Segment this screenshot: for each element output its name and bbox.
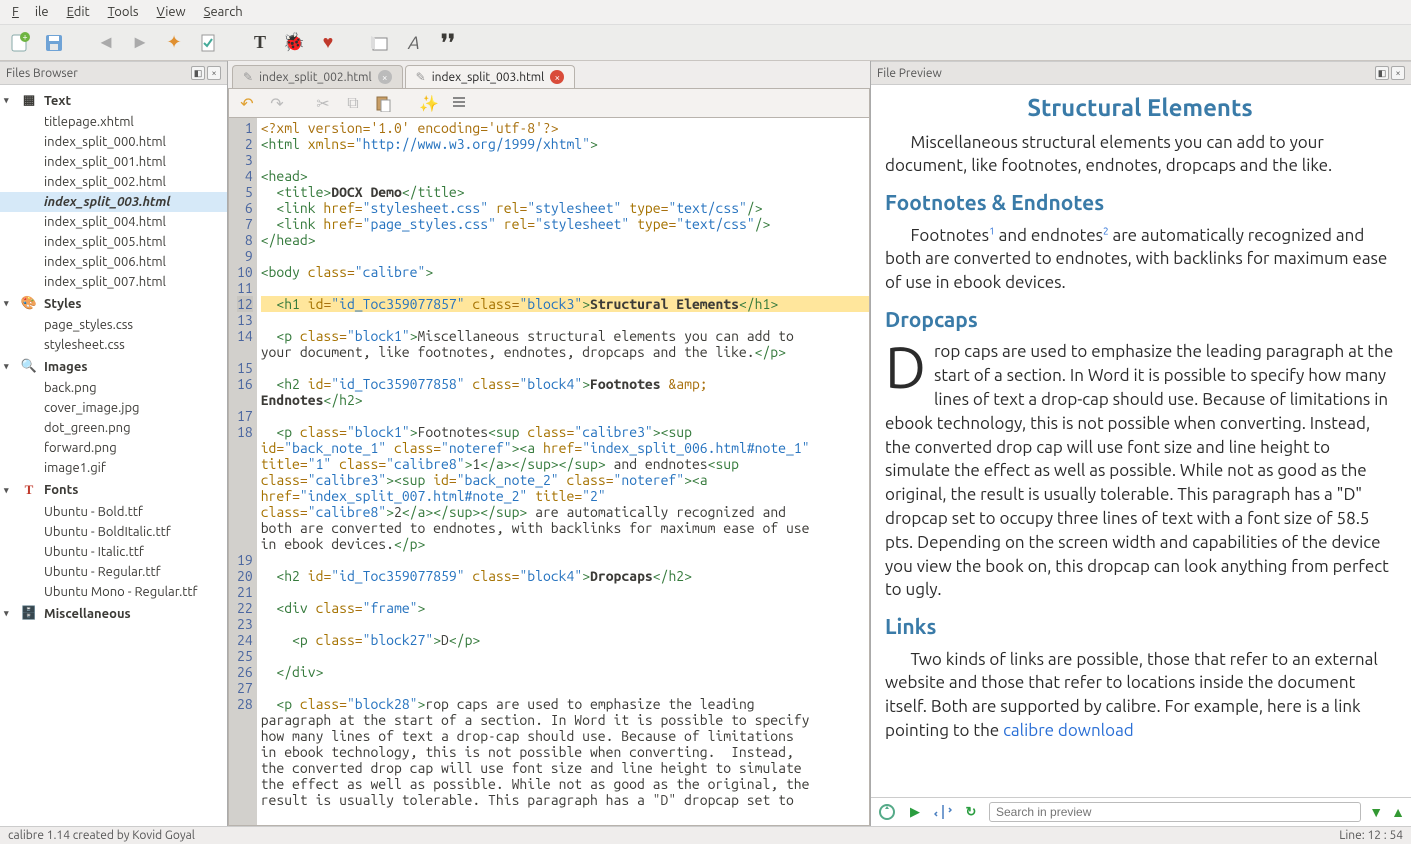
files-browser-title: Files Browser (6, 67, 78, 80)
preview-h2-footnotes: Footnotes & Endnotes (885, 188, 1395, 217)
save-icon[interactable] (42, 31, 66, 55)
menu-search[interactable]: Search (196, 2, 251, 22)
forward-icon[interactable]: ► (128, 31, 152, 55)
quote-icon[interactable]: ❜❜ (436, 31, 460, 55)
editor-tab[interactable]: ✎index_split_002.html× (232, 65, 403, 88)
paste-icon[interactable] (373, 93, 393, 113)
panel-title-preview: File Preview ◧× (871, 61, 1411, 85)
file-item[interactable]: index_split_007.html (0, 272, 227, 292)
editor-panel: ✎index_split_002.html×✎index_split_003.h… (228, 61, 871, 826)
toc-icon[interactable]: ✦ (162, 31, 186, 55)
code-editor[interactable]: 1234567891011121314151617181920212223242… (228, 118, 870, 826)
file-item[interactable]: Ubuntu - BoldItalic.ttf (0, 522, 227, 542)
file-item[interactable]: index_split_004.html (0, 212, 227, 232)
file-preview-title: File Preview (877, 67, 942, 80)
file-item[interactable]: Ubuntu - Bold.ttf (0, 502, 227, 522)
file-item[interactable]: stylesheet.css (0, 335, 227, 355)
file-item[interactable]: index_split_001.html (0, 152, 227, 172)
file-item[interactable]: Ubuntu - Italic.ttf (0, 542, 227, 562)
menu-view[interactable]: View (149, 2, 194, 22)
preview-p3: Drop caps are used to emphasize the lead… (885, 340, 1395, 602)
beautify-icon[interactable]: ✨ (419, 93, 439, 113)
back-icon[interactable]: ◄ (94, 31, 118, 55)
new-file-icon[interactable]: + (8, 31, 32, 55)
redo-icon[interactable]: ↷ (267, 93, 287, 113)
svg-text:+: + (22, 32, 27, 42)
main-toolbar: + ◄ ► ✦ T 🐞 ♥ A ❜❜ (0, 25, 1411, 61)
file-item[interactable]: page_styles.css (0, 315, 227, 335)
category-fonts[interactable]: ▾TFonts (0, 478, 227, 502)
text-icon[interactable]: T (248, 31, 272, 55)
menu-tools[interactable]: Tools (100, 2, 147, 22)
search-prev-icon[interactable]: ▲ (1391, 804, 1405, 820)
status-right: Line: 12 : 54 (1339, 829, 1403, 842)
preview-p4: Two kinds of links are possible, those t… (885, 648, 1395, 743)
file-item[interactable]: dot_green.png (0, 418, 227, 438)
bug-icon[interactable]: 🐞 (282, 31, 306, 55)
menubar: File Edit Tools View Search (0, 0, 1411, 25)
indent-icon[interactable] (449, 93, 469, 113)
close-tab-icon[interactable]: × (378, 70, 392, 84)
category-images[interactable]: ▾🔍Images (0, 355, 227, 378)
file-item[interactable]: forward.png (0, 438, 227, 458)
file-item[interactable]: Ubuntu Mono - Regular.ttf (0, 582, 227, 602)
sync-icon[interactable] (877, 802, 897, 822)
file-item[interactable]: image1.gif (0, 458, 227, 478)
file-item[interactable]: index_split_003.html (0, 192, 227, 212)
book-icon[interactable] (368, 31, 392, 55)
file-item[interactable]: index_split_002.html (0, 172, 227, 192)
preview-panel: File Preview ◧× Structural Elements Misc… (871, 61, 1411, 826)
close-preview-icon[interactable]: × (1391, 66, 1405, 80)
preview-p1: Miscellaneous structural elements you ca… (885, 131, 1395, 179)
category-styles[interactable]: ▾🎨Styles (0, 292, 227, 315)
statusbar: calibre 1.14 created by Kovid Goyal Line… (0, 826, 1411, 844)
search-next-icon[interactable]: ▼ (1369, 804, 1383, 820)
file-item[interactable]: Ubuntu - Regular.ttf (0, 562, 227, 582)
panel-title-files: Files Browser ◧× (0, 61, 227, 85)
preview-p2: Footnotes1 and endnotes2 are automatical… (885, 224, 1395, 295)
file-item[interactable]: back.png (0, 378, 227, 398)
undo-icon[interactable]: ↶ (237, 93, 257, 113)
file-item[interactable]: index_split_005.html (0, 232, 227, 252)
file-item[interactable]: index_split_006.html (0, 252, 227, 272)
editor-tabs: ✎index_split_002.html×✎index_split_003.h… (228, 61, 870, 88)
status-left: calibre 1.14 created by Kovid Goyal (8, 829, 195, 842)
copy-icon[interactable]: ⧉ (343, 93, 363, 113)
preview-h2-dropcaps: Dropcaps (885, 305, 1395, 334)
cut-icon[interactable]: ✂ (313, 93, 333, 113)
category-miscellaneous[interactable]: ▾🗄️Miscellaneous (0, 602, 227, 625)
files-tree[interactable]: ▾▦Texttitlepage.xhtmlindex_split_000.htm… (0, 85, 227, 826)
menu-file[interactable]: File (4, 2, 57, 22)
close-panel-icon[interactable]: × (207, 66, 221, 80)
preview-h2-links: Links (885, 612, 1395, 641)
file-item[interactable]: titlepage.xhtml (0, 112, 227, 132)
preview-toolbar: ▶ ↻ ▼ ▲ (871, 797, 1411, 826)
file-item[interactable]: cover_image.jpg (0, 398, 227, 418)
heart-icon[interactable]: ♥ (316, 31, 340, 55)
check-icon[interactable] (196, 31, 220, 55)
editor-tab[interactable]: ✎index_split_003.html× (405, 65, 576, 88)
editor-toolbar: ↶ ↷ ✂ ⧉ ✨ (228, 88, 870, 118)
menu-edit[interactable]: Edit (59, 2, 98, 22)
file-item[interactable]: index_split_000.html (0, 132, 227, 152)
split-icon[interactable] (933, 802, 953, 822)
preview-search-input[interactable] (989, 802, 1361, 822)
undock-icon[interactable]: ◧ (191, 66, 205, 80)
category-text[interactable]: ▾▦Text (0, 89, 227, 112)
preview-content[interactable]: Structural Elements Miscellaneous struct… (871, 85, 1411, 797)
preview-download-link[interactable]: calibre download (1003, 721, 1134, 740)
play-icon[interactable]: ▶ (905, 802, 925, 822)
font-metrics-icon[interactable]: A (402, 31, 426, 55)
undock-preview-icon[interactable]: ◧ (1375, 66, 1389, 80)
files-browser-panel: Files Browser ◧× ▾▦Texttitlepage.xhtmlin… (0, 61, 228, 826)
refresh-icon[interactable]: ↻ (961, 802, 981, 822)
close-tab-icon[interactable]: × (550, 70, 564, 84)
preview-h1: Structural Elements (885, 91, 1395, 125)
